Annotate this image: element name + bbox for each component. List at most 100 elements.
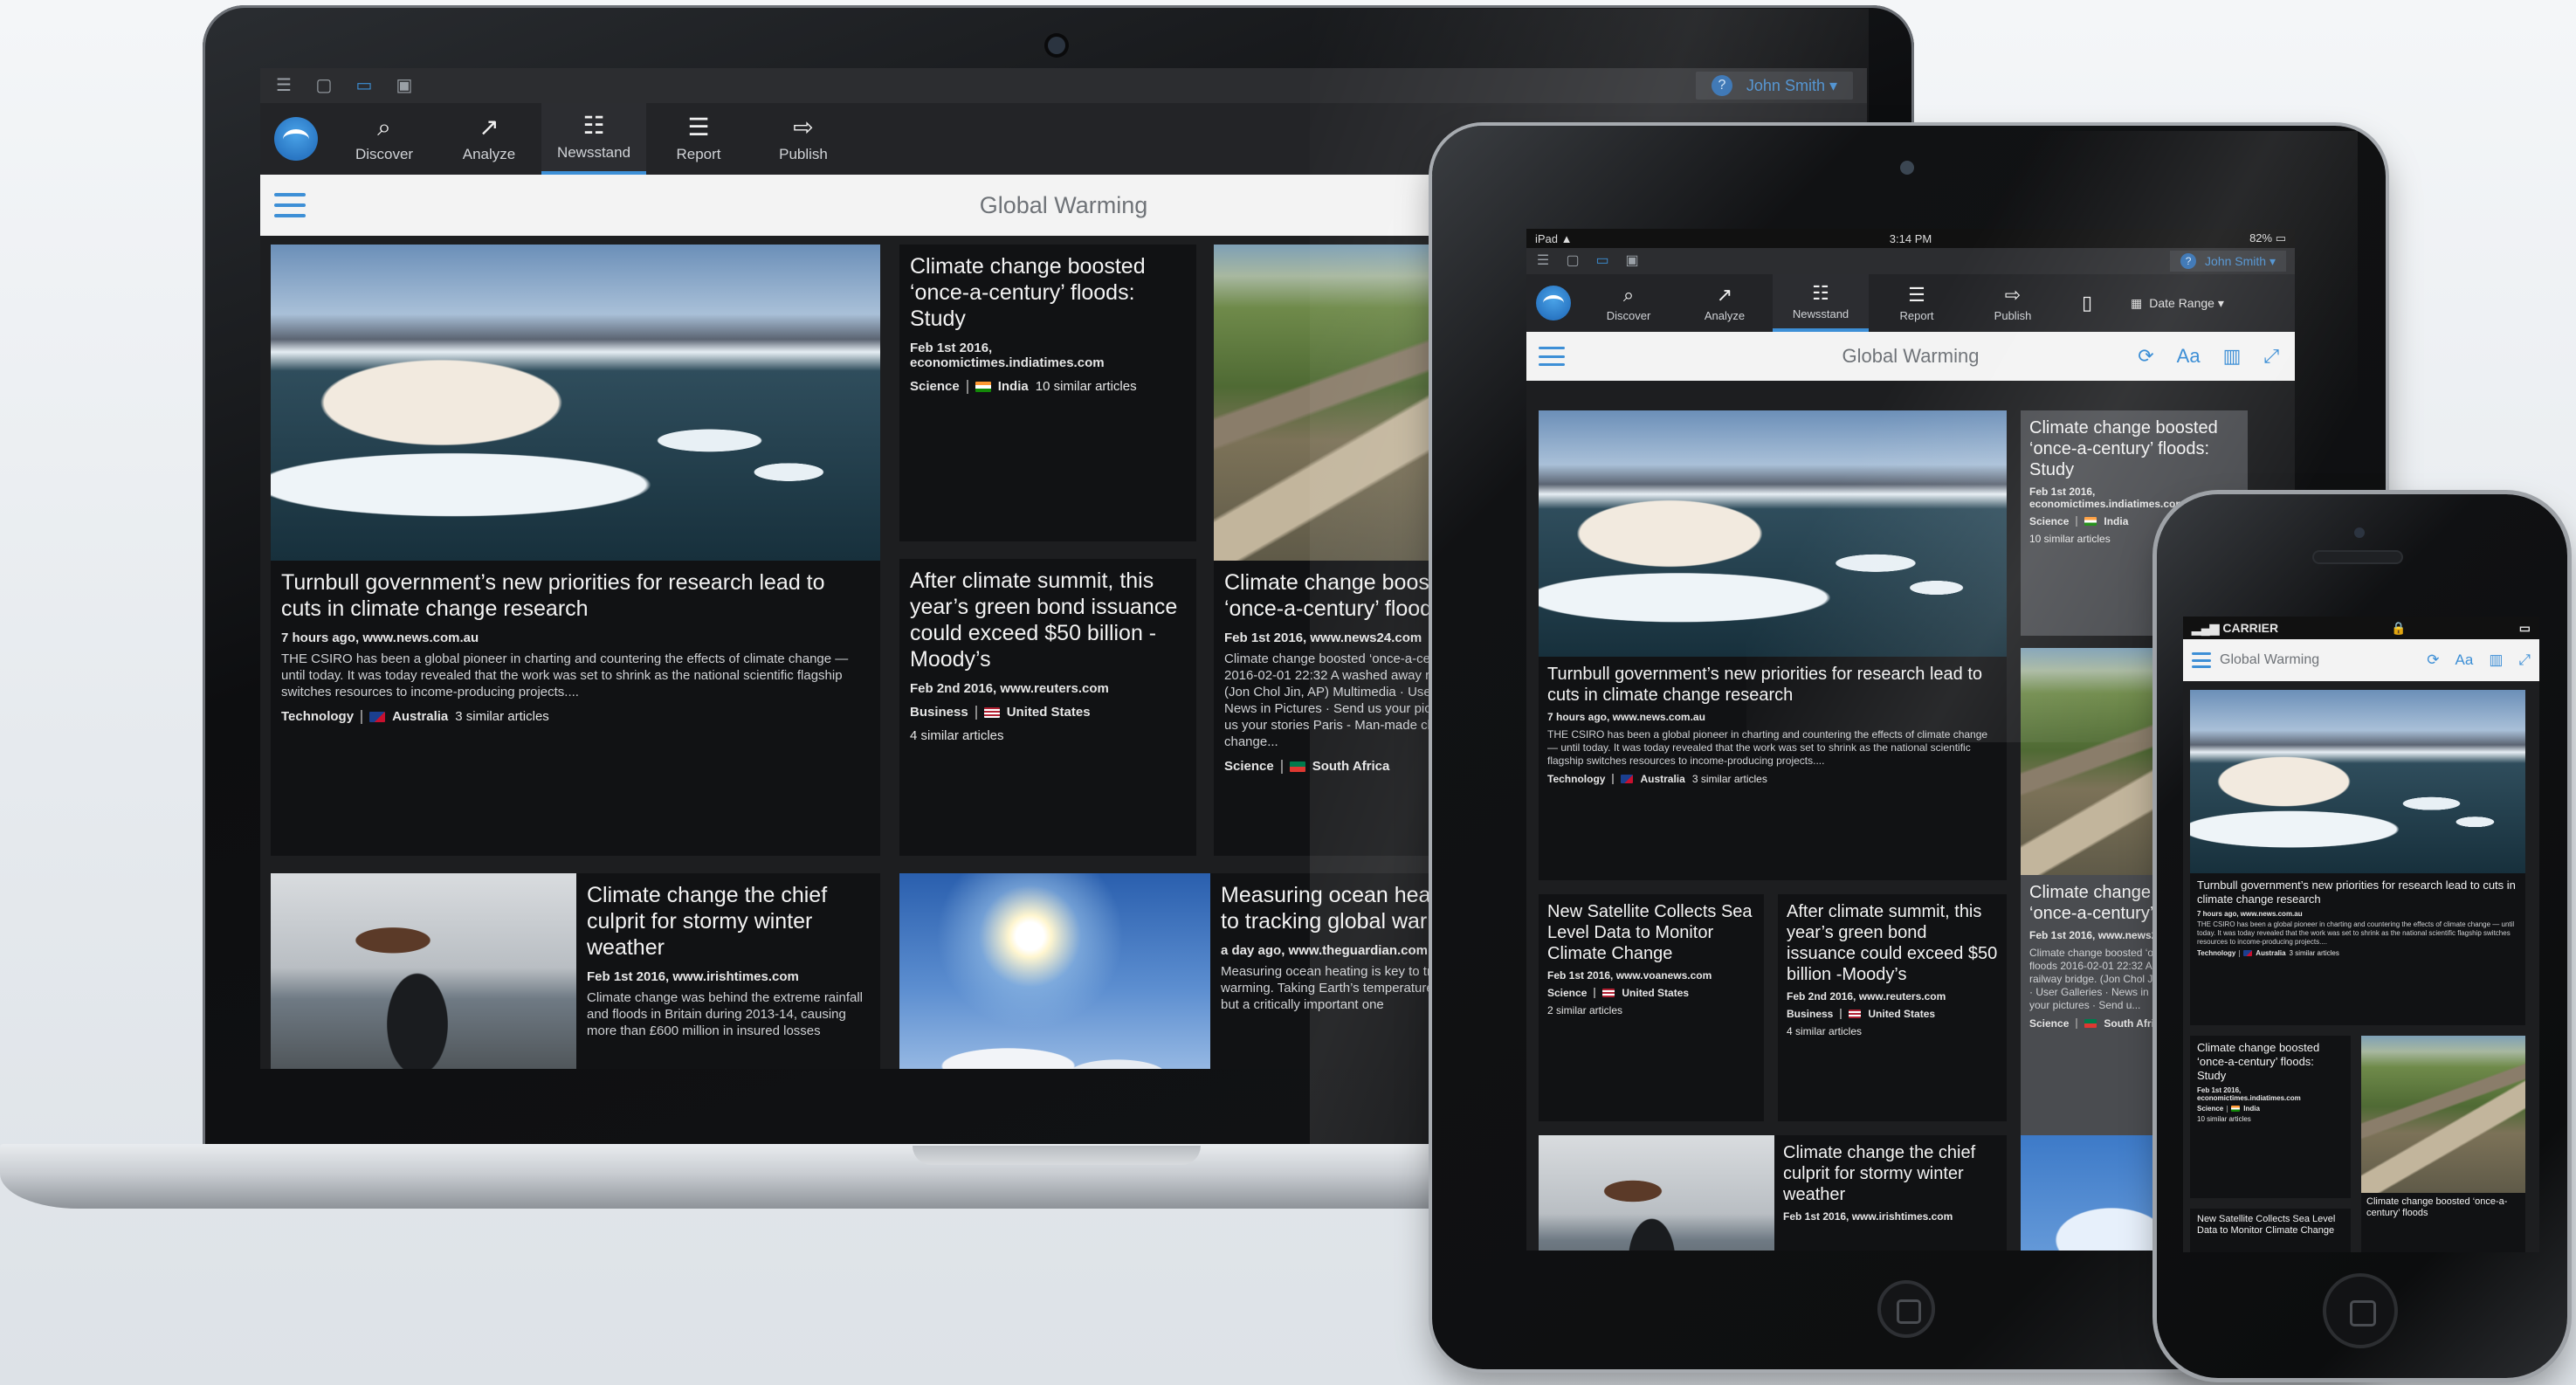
tool-discover[interactable]: ⌕ Discover <box>332 103 437 175</box>
user-name[interactable]: John Smith ▾ <box>2205 254 2276 269</box>
similar-articles-link[interactable]: 4 similar articles <box>1787 1025 1998 1037</box>
article-title[interactable]: Climate change the chief culprit for sto… <box>587 882 871 961</box>
article-card-bear[interactable]: Turnbull government’s new priorities for… <box>1539 410 2007 880</box>
layout-icon[interactable]: ▥ <box>2223 345 2242 368</box>
article-title[interactable]: Turnbull government’s new priorities for… <box>2197 879 2518 906</box>
new-document-icon[interactable]: ▢ <box>1565 253 1581 269</box>
help-icon[interactable]: ? <box>2180 253 2197 269</box>
save-icon[interactable]: ▣ <box>395 76 414 95</box>
article-card-stormy[interactable]: Climate change the chief culprit for sto… <box>271 873 880 1069</box>
category-tag[interactable]: Science <box>2197 1105 2223 1113</box>
article-title[interactable]: Climate change boosted ‘once-a-century’ … <box>2029 417 2239 480</box>
expand-icon[interactable]: ⤢ <box>2263 345 2279 368</box>
tool-newsstand[interactable]: ☷ Newsstand <box>1773 274 1869 332</box>
menu-icon[interactable]: ☰ <box>274 76 293 95</box>
tool-publish[interactable]: ⇨ Publish <box>1965 274 2061 332</box>
article-card-bear[interactable]: Turnbull government’s new priorities for… <box>271 245 880 856</box>
article-card-satellite[interactable]: New Satellite Collects Sea Level Data to… <box>1539 894 1764 1121</box>
category-tag[interactable]: Science <box>2029 515 2069 527</box>
similar-articles-link[interactable]: 4 similar articles <box>910 728 1186 743</box>
country-tag[interactable]: India <box>2104 515 2128 527</box>
article-title[interactable]: Turnbull government’s new priorities for… <box>281 569 870 622</box>
article-card-bond[interactable]: After climate summit, this year’s green … <box>899 559 1196 856</box>
similar-articles-link[interactable]: 3 similar articles <box>1692 773 1767 785</box>
tool-newsstand[interactable]: ☷ Newsstand <box>541 103 646 175</box>
category-tag[interactable]: Science <box>1224 759 1274 774</box>
category-tag[interactable]: Technology <box>1547 773 1605 785</box>
article-title[interactable]: Climate change boosted ‘once-a-century’ … <box>2197 1041 2344 1083</box>
category-tag[interactable]: Science <box>910 379 960 394</box>
tool-publish[interactable]: ⇨ Publish <box>751 103 856 175</box>
category-tag[interactable]: Business <box>910 705 968 720</box>
article-title[interactable]: After climate summit, this year’s green … <box>910 568 1186 672</box>
app-logo[interactable] <box>260 103 332 175</box>
tool-report[interactable]: ☰ Report <box>646 103 751 175</box>
category-tag[interactable]: Technology <box>281 709 354 724</box>
user-name[interactable]: John Smith ▾ <box>1746 77 1837 95</box>
article-card-bear[interactable]: Turnbull government’s new priorities for… <box>2190 690 2525 1025</box>
hamburger-icon[interactable] <box>1539 347 1565 366</box>
help-icon[interactable]: ? <box>1711 75 1732 96</box>
similar-articles-link[interactable]: 2 similar articles <box>1547 1004 1755 1016</box>
refresh-icon[interactable]: ⟳ <box>2138 345 2153 368</box>
article-summary: THE CSIRO has been a global pioneer in c… <box>2197 920 2515 946</box>
hamburger-icon[interactable] <box>2192 652 2211 668</box>
tablet-home-button[interactable] <box>1877 1280 1935 1338</box>
hamburger-icon[interactable] <box>274 193 306 217</box>
article-title[interactable]: Turnbull government’s new priorities for… <box>1547 664 1998 706</box>
country-tag[interactable]: India <box>998 379 1029 394</box>
similar-articles-link[interactable]: 10 similar articles <box>2197 1115 2344 1123</box>
article-title[interactable]: After climate summit, this year’s green … <box>1787 901 1998 985</box>
tool-analyze[interactable]: ↗ Analyze <box>437 103 541 175</box>
app-logo[interactable] <box>1526 274 1581 332</box>
chart-icon: ↗ <box>479 114 499 141</box>
article-card-bridge[interactable]: Climate change boosted ‘once-a-century’ … <box>2361 1036 2525 1252</box>
article-card-bond[interactable]: After climate summit, this year’s green … <box>1778 894 2007 1121</box>
country-tag[interactable]: Australia <box>2256 949 2285 957</box>
similar-articles-link[interactable]: 3 similar articles <box>455 709 549 724</box>
country-tag[interactable]: India <box>2243 1105 2260 1113</box>
article-tags: Science India <box>2197 1105 2344 1113</box>
article-card-stormy[interactable]: Climate change the chief culprit for sto… <box>1539 1135 2007 1251</box>
article-title[interactable]: Climate change boosted ‘once-a-century’ … <box>2366 1196 2520 1219</box>
country-tag[interactable]: South Africa <box>1312 759 1390 774</box>
category-tag[interactable]: Science <box>2029 1017 2069 1030</box>
phone-home-button[interactable] <box>2323 1273 2398 1348</box>
article-title[interactable]: New Satellite Collects Sea Level Data to… <box>1547 901 1755 964</box>
country-tag[interactable]: Australia <box>1640 773 1684 785</box>
refresh-icon[interactable]: ⟳ <box>2427 651 2439 669</box>
tool-discover[interactable]: ⌕ Discover <box>1581 274 1677 332</box>
country-tag[interactable]: United States <box>1868 1008 1935 1020</box>
user-menu[interactable]: ? John Smith ▾ <box>1695 72 1853 100</box>
article-card-floods[interactable]: Climate change boosted ‘once-a-century’ … <box>899 245 1196 541</box>
font-size-icon[interactable]: Aa <box>2455 651 2474 669</box>
menu-icon[interactable]: ☰ <box>1535 253 1551 269</box>
date-range-dropdown[interactable]: ▦ Date Range ▾ <box>2131 274 2224 332</box>
country-tag[interactable]: United States <box>1622 987 1689 999</box>
expand-icon[interactable]: ⤢ <box>2518 651 2531 669</box>
clipboard-button[interactable]: ▯ <box>2061 274 2113 332</box>
article-title[interactable]: Climate change boosted ‘once-a-century’ … <box>910 253 1186 332</box>
publish-icon: ⇨ <box>793 114 814 141</box>
open-folder-icon[interactable]: ▭ <box>355 76 374 95</box>
similar-articles-link[interactable]: 3 similar articles <box>2290 949 2339 957</box>
similar-articles-link[interactable]: 10 similar articles <box>1036 379 1137 394</box>
article-card-floods[interactable]: Climate change boosted ‘once-a-century’ … <box>2190 1036 2351 1198</box>
article-title[interactable]: Climate change the chief culprit for sto… <box>1783 1142 2000 1205</box>
category-tag[interactable]: Technology <box>2197 949 2235 957</box>
layout-icon[interactable]: ▥ <box>2489 651 2503 669</box>
article-image <box>899 873 1210 1069</box>
font-size-icon[interactable]: Aa <box>2177 345 2201 368</box>
new-document-icon[interactable]: ▢ <box>314 76 334 95</box>
save-icon[interactable]: ▣ <box>1624 253 1640 269</box>
category-tag[interactable]: Science <box>1547 987 1587 999</box>
category-tag[interactable]: Business <box>1787 1008 1833 1020</box>
country-tag[interactable]: Australia <box>392 709 448 724</box>
open-folder-icon[interactable]: ▭ <box>1595 253 1610 269</box>
user-menu[interactable]: ? John Smith ▾ <box>2170 251 2286 272</box>
country-tag[interactable]: United States <box>1007 705 1091 720</box>
article-card-satellite[interactable]: New Satellite Collects Sea Level Data to… <box>2190 1209 2351 1252</box>
tool-report[interactable]: ☰ Report <box>1869 274 1965 332</box>
article-title[interactable]: New Satellite Collects Sea Level Data to… <box>2197 1214 2344 1237</box>
tool-analyze[interactable]: ↗ Analyze <box>1677 274 1773 332</box>
